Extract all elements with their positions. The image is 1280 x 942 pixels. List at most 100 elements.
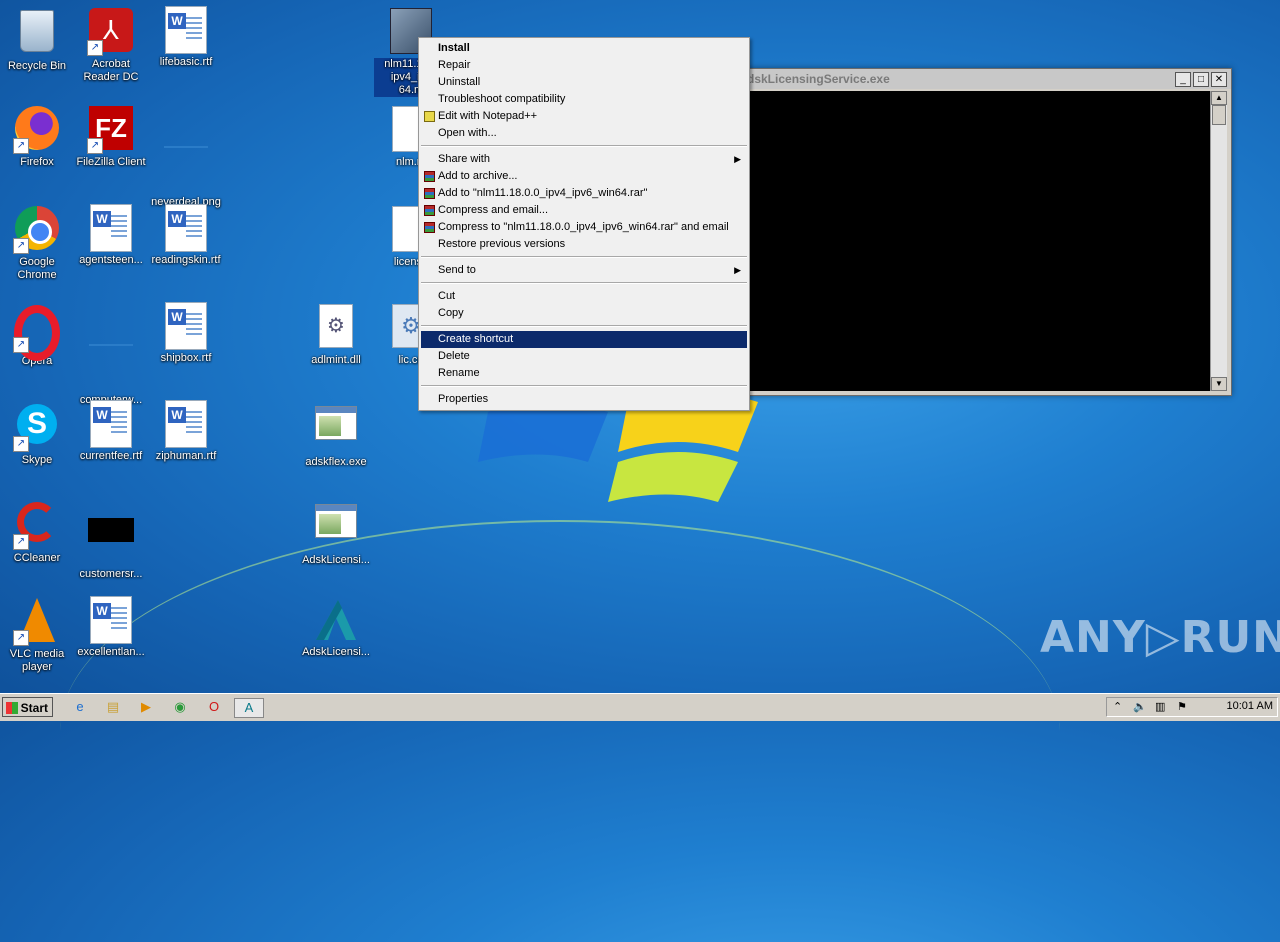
blank-file-icon	[87, 344, 135, 392]
menu-item-troubleshoot[interactable]: Troubleshoot compatibility	[421, 91, 747, 108]
console-output[interactable]	[749, 91, 1211, 391]
desktop-icon-firefox[interactable]: ↗ Firefox	[0, 104, 74, 169]
console-title: dskLicensingService.exe	[731, 69, 1231, 89]
desktop-icon-ziphuman[interactable]: W ziphuman.rtf	[149, 400, 223, 463]
menu-separator	[421, 325, 747, 327]
system-tray: ⌃ 🔈 ▥ ⚑ 10:01 AM	[1106, 697, 1278, 717]
desktop-icon-adlmint[interactable]: ⚙ adlmint.dll	[299, 302, 373, 367]
desktop-icon-recycle-bin[interactable]: Recycle Bin	[0, 6, 74, 73]
menu-item-uninstall[interactable]: Uninstall	[421, 74, 747, 91]
autodesk-taskbar-icon[interactable]: A	[234, 698, 264, 718]
start-button[interactable]: Start	[2, 697, 53, 717]
opera-icon: ↗	[13, 305, 61, 361]
menu-item-cut[interactable]: Cut	[421, 288, 747, 305]
word-document-icon: W	[165, 302, 207, 350]
windows-flag-icon	[6, 702, 18, 714]
desktop-icon-computerw[interactable]: computerw...	[74, 302, 148, 407]
desktop-icon-skype[interactable]: S ↗ Skype	[0, 400, 74, 467]
scroll-up-arrow-icon[interactable]: ▲	[1211, 91, 1227, 105]
shortcut-arrow-icon: ↗	[13, 337, 29, 353]
desktop-icon-vlc[interactable]: ↗ VLC media player	[0, 596, 74, 674]
vertical-scrollbar[interactable]: ▲ ▼	[1210, 91, 1227, 391]
menu-item-repair[interactable]: Repair	[421, 57, 747, 74]
menu-separator	[421, 282, 747, 284]
menu-item-install[interactable]: Install	[421, 40, 747, 57]
word-document-icon: W	[165, 204, 207, 252]
desktop-icon-acrobat[interactable]: ⅄ ↗ Acrobat Reader DC	[74, 6, 148, 84]
filezilla-icon: FZ ↗	[87, 106, 135, 154]
taskbar: Start e ▤ ▶ ◉ O A ⌃ 🔈 ▥ ⚑ 10:01 AM	[0, 693, 1280, 721]
desktop-icon-filezilla[interactable]: FZ ↗ FileZilla Client	[74, 104, 148, 169]
volume-icon[interactable]: 🔈	[1133, 700, 1147, 713]
word-document-icon: W	[90, 204, 132, 252]
black-image-icon	[87, 518, 135, 566]
menu-item-add-to-rar[interactable]: Add to "nlm11.18.0.0_ipv4_ipv6_win64.rar…	[421, 185, 747, 202]
maximize-button[interactable]: □	[1193, 72, 1209, 87]
word-document-icon: W	[90, 596, 132, 644]
shortcut-arrow-icon: ↗	[87, 138, 103, 154]
action-center-flag-icon[interactable]: ⚑	[1177, 700, 1187, 713]
desktop-icon-currentfee[interactable]: W currentfee.rtf	[74, 400, 148, 463]
word-document-icon: W	[90, 400, 132, 448]
desktop-icon-neverdeal[interactable]: neverdeal.png	[149, 104, 223, 209]
menu-item-share-with[interactable]: Share with ▶	[421, 151, 747, 168]
menu-item-edit-notepadpp[interactable]: Edit with Notepad++	[421, 108, 747, 125]
desktop-icon-chrome[interactable]: ↗ Google Chrome	[0, 204, 74, 282]
exe-window-icon	[312, 504, 360, 552]
desktop-icon-opera[interactable]: ↗ Opera	[0, 302, 74, 368]
desktop-icon-adsklicensing[interactable]: AdskLicensi...	[299, 596, 373, 659]
menu-item-delete[interactable]: Delete	[421, 348, 747, 365]
menu-item-compress-email[interactable]: Compress and email...	[421, 202, 747, 219]
menu-item-properties[interactable]: Properties	[421, 391, 747, 408]
media-player-icon[interactable]: ▶	[136, 698, 156, 716]
desktop-icon-shipbox[interactable]: W shipbox.rtf	[149, 302, 223, 365]
winrar-icon	[424, 205, 435, 216]
console-window[interactable]: dskLicensingService.exe _ □ ✕ ▲ ▼	[730, 68, 1232, 396]
shortcut-arrow-icon: ↗	[13, 534, 29, 550]
menu-item-restore-versions[interactable]: Restore previous versions	[421, 236, 747, 253]
file-explorer-icon[interactable]: ▤	[103, 698, 123, 716]
winrar-icon	[424, 222, 435, 233]
menu-item-open-with[interactable]: Open with...	[421, 125, 747, 142]
word-document-icon: W	[165, 6, 207, 54]
exe-window-icon	[312, 406, 360, 454]
chrome-taskbar-icon[interactable]: ◉	[170, 698, 190, 716]
desktop-icon-ccleaner[interactable]: ↗ CCleaner	[0, 498, 74, 565]
menu-item-rename[interactable]: Rename	[421, 365, 747, 382]
show-hidden-icons-icon[interactable]: ⌃	[1113, 700, 1122, 713]
dll-gear-icon: ⚙	[312, 304, 360, 352]
desktop-icon-customersr[interactable]: customersr...	[74, 498, 148, 581]
desktop-icon-excellentlan[interactable]: W excellentlan...	[74, 596, 148, 659]
menu-item-send-to[interactable]: Send to ▶	[421, 262, 747, 279]
winrar-icon	[424, 171, 435, 182]
ccleaner-icon: ↗	[13, 502, 61, 550]
close-button[interactable]: ✕	[1211, 72, 1227, 87]
context-menu: Install Repair Uninstall Troubleshoot co…	[418, 37, 750, 411]
menu-item-compress-rar-email[interactable]: Compress to "nlm11.18.0.0_ipv4_ipv6_win6…	[421, 219, 747, 236]
shortcut-arrow-icon: ↗	[13, 138, 29, 154]
firefox-icon: ↗	[13, 106, 61, 154]
menu-item-create-shortcut[interactable]: Create shortcut	[421, 331, 747, 348]
shortcut-arrow-icon: ↗	[13, 436, 29, 452]
desktop-icon-agentsteen[interactable]: W agentsteen...	[74, 204, 148, 267]
desktop-icon-adsklicensing-exe[interactable]: AdskLicensi...	[299, 498, 373, 567]
autodesk-logo-icon	[312, 596, 360, 644]
skype-icon: S ↗	[13, 404, 61, 452]
recycle-bin-icon	[13, 10, 61, 58]
scroll-thumb[interactable]	[1212, 105, 1226, 125]
desktop-icon-lifebasic[interactable]: W lifebasic.rtf	[149, 6, 223, 69]
desktop-icon-readingskin[interactable]: W readingskin.rtf	[149, 204, 223, 267]
clock[interactable]: 10:01 AM	[1227, 700, 1273, 712]
acrobat-icon: ⅄ ↗	[87, 8, 135, 56]
desktop-icon-adskflex[interactable]: adskflex.exe	[299, 400, 373, 469]
network-icon[interactable]: ▥	[1155, 700, 1165, 713]
submenu-arrow-icon: ▶	[734, 265, 741, 275]
internet-explorer-icon[interactable]: e	[70, 698, 90, 716]
menu-item-add-to-archive[interactable]: Add to archive...	[421, 168, 747, 185]
opera-taskbar-icon[interactable]: O	[204, 698, 224, 716]
minimize-button[interactable]: _	[1175, 72, 1191, 87]
scroll-down-arrow-icon[interactable]: ▼	[1211, 377, 1227, 391]
shortcut-arrow-icon: ↗	[13, 238, 29, 254]
menu-separator	[421, 145, 747, 147]
menu-item-copy[interactable]: Copy	[421, 305, 747, 322]
